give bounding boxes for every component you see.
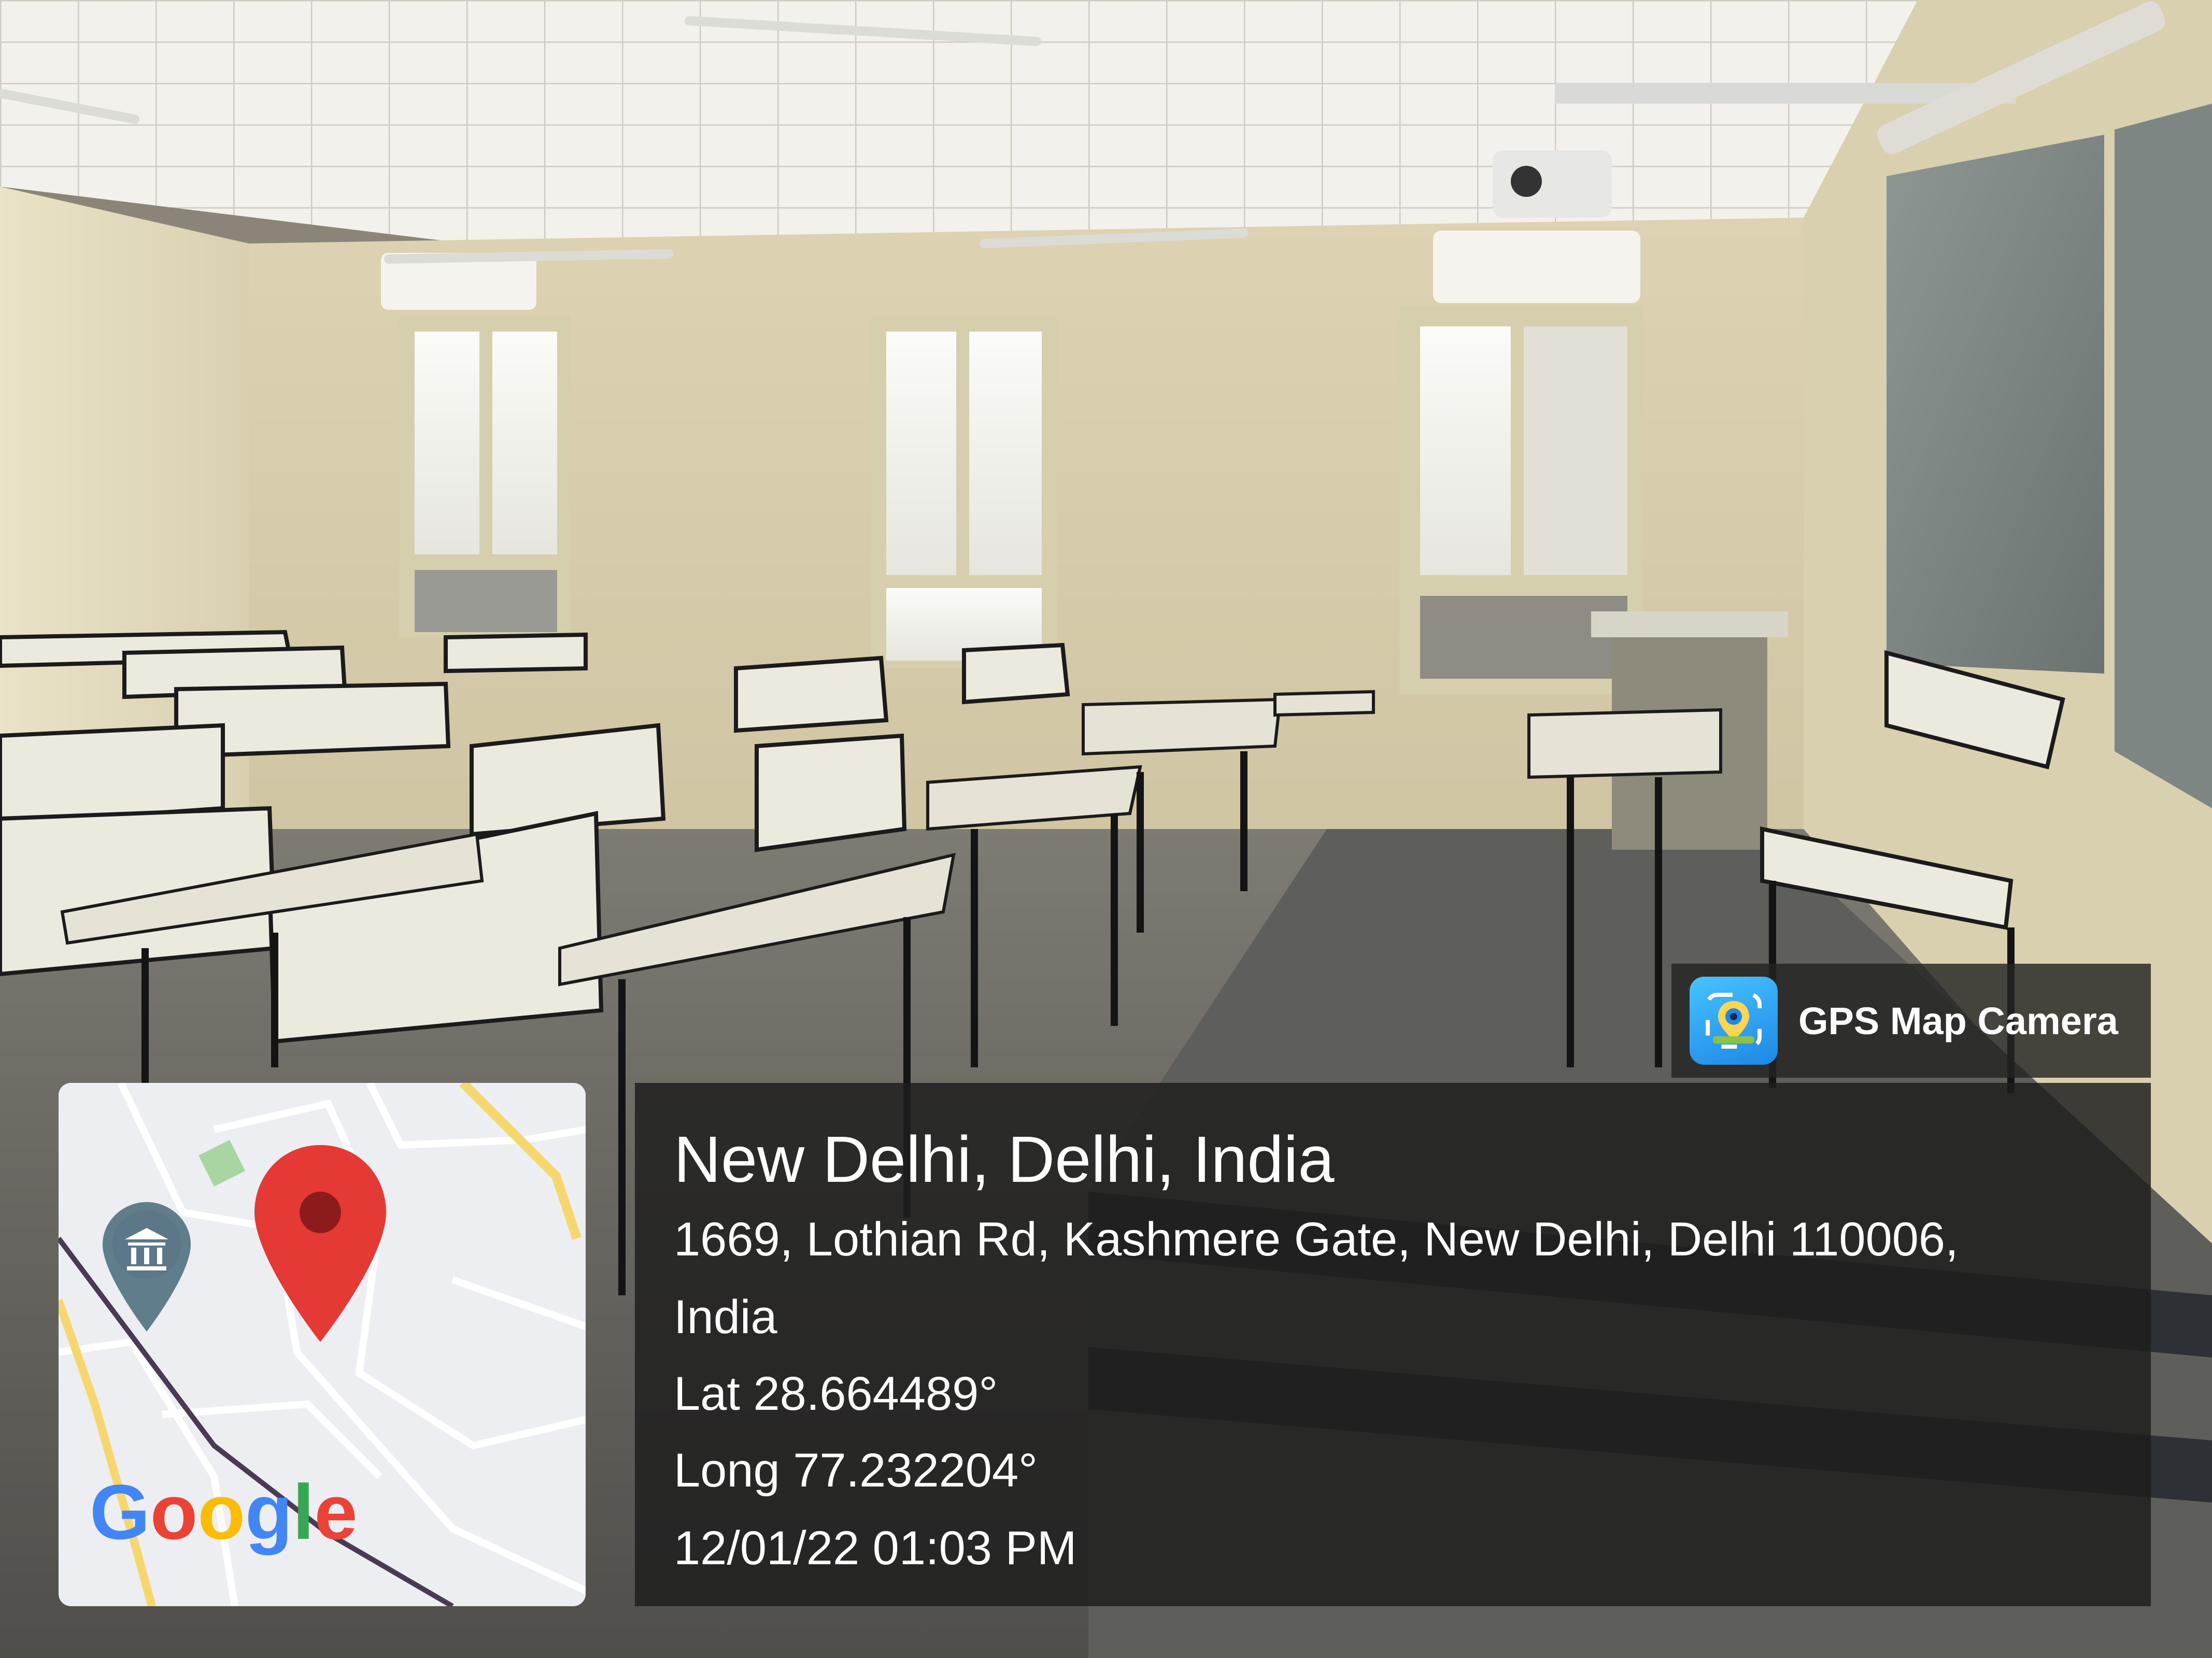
latitude-line: Lat 28.664489° xyxy=(674,1367,998,1420)
app-name-label: GPS Map Camera xyxy=(1798,999,2118,1042)
geotag-info-panel: New Delhi, Delhi, India 1669, Lothian Rd… xyxy=(635,1083,2151,1606)
city-line: New Delhi, Delhi, India xyxy=(674,1123,1335,1196)
map-thumbnail: Google xyxy=(59,1083,586,1606)
google-logo: Google xyxy=(90,1468,358,1555)
datetime-line: 12/01/22 01:03 PM xyxy=(674,1522,1077,1575)
svg-text:Google: Google xyxy=(90,1468,358,1555)
address-line-1: 1669, Lothian Rd, Kashmere Gate, New Del… xyxy=(674,1213,1959,1266)
gps-camera-app-icon xyxy=(1690,977,1778,1065)
address-line-2: India xyxy=(674,1291,777,1343)
longitude-line: Long 77.232204° xyxy=(674,1444,1038,1497)
gps-map-camera-badge: GPS Map Camera xyxy=(1671,964,2151,1078)
